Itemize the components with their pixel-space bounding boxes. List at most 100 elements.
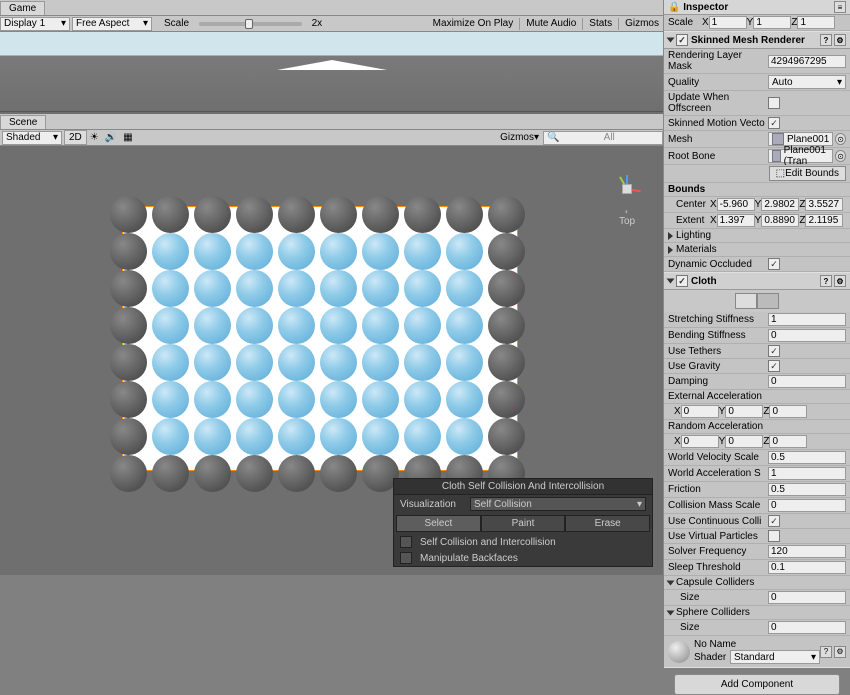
gizmos-toggle[interactable]: Gizmos (621, 17, 663, 30)
cloth-particle[interactable] (446, 307, 483, 344)
scene-tab[interactable]: Scene (0, 115, 46, 129)
cloth-particle-fixed[interactable] (110, 196, 147, 233)
cloth-particle[interactable] (320, 418, 357, 455)
visualization-select[interactable]: Self Collision▾ (470, 497, 646, 511)
scale-y-input[interactable] (753, 16, 791, 29)
cloth-particle[interactable] (152, 344, 189, 381)
mat-settings-icon[interactable]: ⚙ (834, 646, 846, 658)
cloth-particle-fixed[interactable] (110, 307, 147, 344)
mute-toggle[interactable]: Mute Audio (522, 17, 580, 30)
scene-view[interactable]: ◐ Top Cloth Self Collision And Intercoll… (0, 146, 663, 575)
cloth-particle-fixed[interactable] (278, 455, 315, 492)
lighting-foldout[interactable]: Lighting (676, 230, 711, 241)
cloth-particle[interactable] (278, 270, 315, 307)
cloth-particle[interactable] (362, 418, 399, 455)
extacc-y[interactable] (725, 405, 763, 418)
cloth-particle-fixed[interactable] (362, 196, 399, 233)
backfaces-checkbox[interactable] (400, 552, 412, 564)
cloth-particle-fixed[interactable] (488, 196, 525, 233)
scale-x-input[interactable] (709, 16, 747, 29)
cloth-particle[interactable] (404, 233, 441, 270)
update-offscreen-checkbox[interactable] (768, 97, 780, 109)
cloth-particle[interactable] (320, 307, 357, 344)
cloth-particle[interactable] (278, 418, 315, 455)
root-bone-field[interactable]: Plane001 (Tran (768, 149, 833, 163)
material-header[interactable]: No Name ShaderStandard▾ ?⚙ (664, 636, 850, 667)
cloth-particle[interactable] (446, 418, 483, 455)
cloth-particle-fixed[interactable] (110, 270, 147, 307)
mode-paint[interactable]: Paint (481, 515, 566, 532)
cloth-particle[interactable] (362, 344, 399, 381)
aspect-select[interactable]: Free Aspect▾ (72, 17, 152, 31)
cloth-particle[interactable] (152, 233, 189, 270)
cloth-particle-fixed[interactable] (278, 196, 315, 233)
extacc-x[interactable] (681, 405, 719, 418)
randacc-x[interactable] (681, 435, 719, 448)
cloth-particle[interactable] (194, 418, 231, 455)
cloth-particle[interactable] (404, 270, 441, 307)
cloth-particle-fixed[interactable] (110, 381, 147, 418)
cloth-particle-fixed[interactable] (110, 418, 147, 455)
cloth-help-icon[interactable]: ? (820, 275, 832, 287)
scene-gizmos-toggle[interactable]: Gizmos (500, 132, 534, 143)
cloth-particle[interactable] (320, 233, 357, 270)
mode-erase[interactable]: Erase (565, 515, 650, 532)
dyn-occluded-checkbox[interactable]: ✓ (768, 258, 780, 270)
cloth-tool-constraints[interactable] (735, 293, 757, 309)
motion-vectors-checkbox[interactable]: ✓ (768, 117, 780, 129)
layer-mask-input[interactable] (768, 55, 846, 68)
cloth-particle-fixed[interactable] (488, 307, 525, 344)
cloth-particle-fixed[interactable] (110, 233, 147, 270)
capsule-size-input[interactable] (768, 591, 846, 604)
cloth-particle[interactable] (446, 270, 483, 307)
cloth-particle[interactable] (194, 344, 231, 381)
cloth-particle[interactable] (194, 307, 231, 344)
smr-enable-checkbox[interactable]: ✓ (676, 34, 688, 46)
display-select[interactable]: Display 1▾ (0, 17, 70, 31)
cloth-particle[interactable] (278, 381, 315, 418)
smr-header[interactable]: ✓ Skinned Mesh Renderer ?⚙ (664, 31, 850, 49)
cloth-particle-fixed[interactable] (236, 196, 273, 233)
cloth-particles[interactable] (110, 196, 540, 496)
cloth-particle[interactable] (194, 381, 231, 418)
cloth-particle-fixed[interactable] (194, 196, 231, 233)
cloth-particle-fixed[interactable] (488, 233, 525, 270)
cloth-particle[interactable] (362, 233, 399, 270)
fx-icon[interactable]: ▦ (123, 132, 132, 143)
cloth-particle[interactable] (194, 233, 231, 270)
randacc-y[interactable] (725, 435, 763, 448)
cloth-particle[interactable] (320, 344, 357, 381)
stretch-input[interactable] (768, 313, 846, 326)
mode-select[interactable]: Select (396, 515, 481, 532)
center-z[interactable] (805, 198, 843, 211)
game-view[interactable] (0, 32, 663, 112)
cloth-particle-fixed[interactable] (488, 381, 525, 418)
root-picker-icon[interactable]: ⊙ (835, 150, 846, 162)
cloth-particle[interactable] (362, 307, 399, 344)
cloth-particle[interactable] (152, 307, 189, 344)
mesh-picker-icon[interactable]: ⊙ (835, 133, 846, 145)
cloth-particle[interactable] (404, 344, 441, 381)
cloth-particle-fixed[interactable] (152, 455, 189, 492)
cloth-particle[interactable] (278, 307, 315, 344)
mode-2d-toggle[interactable]: 2D (64, 130, 87, 145)
game-tab[interactable]: Game (0, 1, 45, 15)
cloth-header[interactable]: ✓ Cloth ?⚙ (664, 272, 850, 290)
capsule-foldout[interactable]: Capsule Colliders (676, 577, 754, 588)
cloth-particle-fixed[interactable] (320, 196, 357, 233)
shading-mode[interactable]: Shaded▾ (2, 131, 62, 145)
cloth-particle[interactable] (236, 233, 273, 270)
cloth-enable-checkbox[interactable]: ✓ (676, 275, 688, 287)
sleep-input[interactable] (768, 561, 846, 574)
cloth-particle-fixed[interactable] (320, 455, 357, 492)
scene-search[interactable]: 🔍All (543, 131, 663, 145)
cloth-particle-fixed[interactable] (110, 455, 147, 492)
bend-input[interactable] (768, 329, 846, 342)
cloth-particle[interactable] (404, 381, 441, 418)
cloth-particle[interactable] (194, 270, 231, 307)
cloth-particle-fixed[interactable] (446, 196, 483, 233)
cloth-particle-fixed[interactable] (488, 344, 525, 381)
center-y[interactable] (761, 198, 799, 211)
cloth-particle[interactable] (236, 344, 273, 381)
cloth-particle[interactable] (404, 418, 441, 455)
